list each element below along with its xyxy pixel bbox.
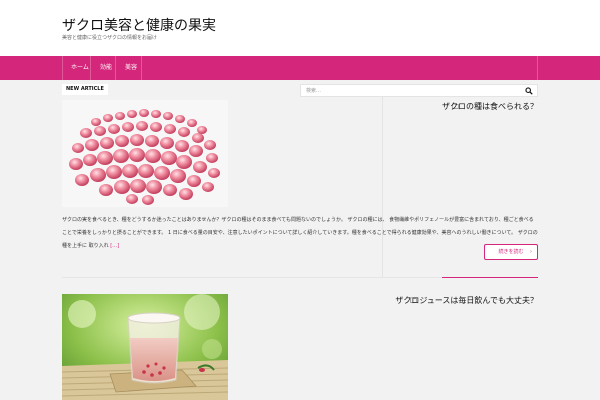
search-input[interactable]	[301, 85, 521, 96]
post-separator-accent	[442, 277, 538, 278]
nav-divider	[115, 56, 116, 80]
post-title[interactable]: ザクロジュースは毎日飲んでも大丈夫？	[395, 295, 538, 306]
post-excerpt: ザクロの実を食べるとき、種をどうするか迷ったことはありませんか？ザクロの種はその…	[62, 214, 538, 253]
nav-item-beauty[interactable]: 美容	[125, 56, 137, 80]
nav-item-effects[interactable]: 効能	[100, 56, 112, 80]
post-thumbnail-pomegranate-drink[interactable]	[62, 294, 228, 400]
post-thumbnail-pomegranate-seeds[interactable]	[62, 100, 228, 207]
main-navigation: ホーム 効能 美容	[0, 56, 600, 80]
site-title[interactable]: ザクロ美容と健康の果実	[62, 15, 216, 35]
site-description: 美容と健康に役立つザクロの情報をお届け	[62, 35, 158, 41]
chevron-right-icon: ›	[530, 249, 532, 255]
read-more-button[interactable]: 続きを読む ›	[484, 244, 538, 260]
new-article-badge: NEW ARTICLE	[62, 84, 108, 95]
excerpt-more-link[interactable]: […]	[110, 243, 119, 249]
search-icon[interactable]	[525, 87, 533, 95]
post-title[interactable]: ザクロの種は食べられる？	[442, 101, 538, 112]
nav-divider	[537, 56, 538, 80]
nav-divider	[62, 56, 63, 80]
site-header: ザクロ美容と健康の果実 美容と健康に役立つザクロの情報をお届け	[0, 0, 600, 56]
post-excerpt-text: ザクロの実を食べるとき、種をどうするか迷ったことはありませんか？ザクロの種はその…	[62, 217, 538, 249]
nav-item-home[interactable]: ホーム	[71, 56, 89, 80]
nav-divider	[90, 56, 91, 80]
search-box	[300, 84, 538, 97]
nav-divider	[141, 56, 142, 80]
post-separator	[62, 277, 442, 278]
read-more-label: 続きを読む	[498, 249, 524, 255]
